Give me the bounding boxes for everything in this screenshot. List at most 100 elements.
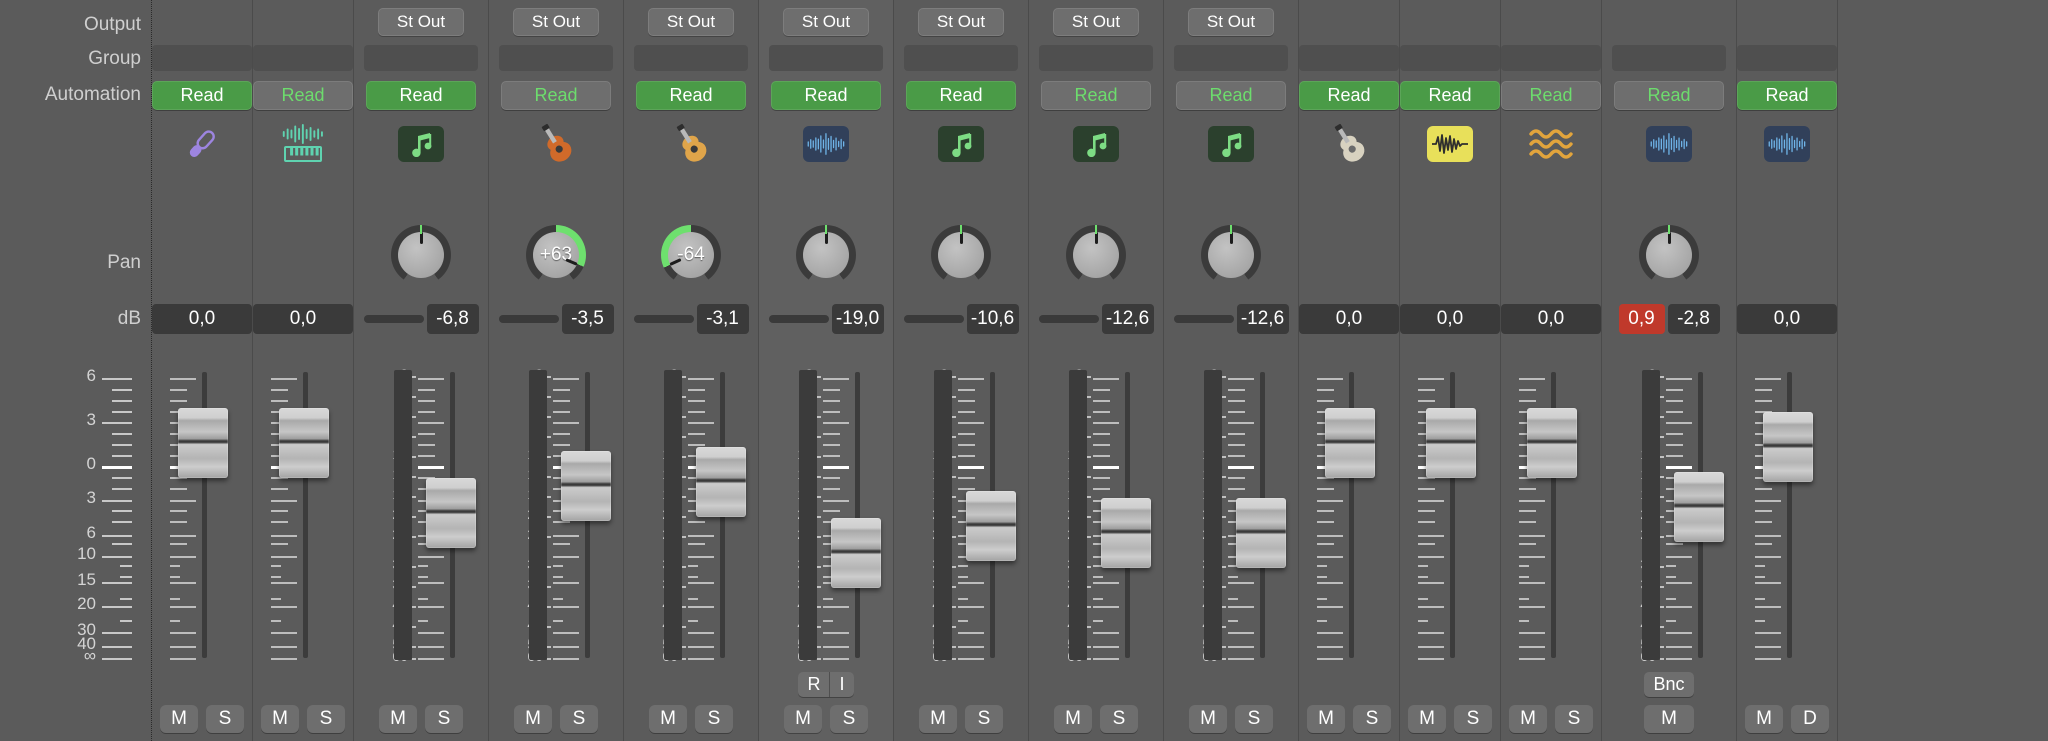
automation-mode-button[interactable]: Read [1614,81,1724,110]
volume-db-field[interactable]: 0,0 [1400,304,1500,334]
peak-level-field[interactable] [769,315,829,323]
volume-db-field[interactable]: 0,0 [1299,304,1399,334]
channel-strip-2[interactable]: Read0,0MS [253,0,354,741]
volume-fader[interactable] [418,370,482,660]
mute-button[interactable]: M [1745,705,1783,733]
fader-handle[interactable] [1527,408,1577,478]
electric-guitar-icon[interactable] [532,120,580,168]
mute-button[interactable]: M [1644,705,1694,733]
pan-knob[interactable] [391,225,451,285]
music-note-icon[interactable] [1073,126,1119,162]
output-button[interactable]: St Out [378,8,464,36]
solo-button[interactable]: S [1555,705,1593,733]
volume-fader[interactable] [170,370,234,660]
fader-handle[interactable] [831,518,881,588]
automation-mode-button[interactable]: Read [1176,81,1286,110]
automation-mode-button[interactable]: Read [1501,81,1601,110]
group-slot[interactable] [1174,45,1288,71]
channel-strip-10[interactable]: Read0,0MS [1299,0,1400,741]
group-slot[interactable] [1299,45,1399,71]
output-button[interactable]: St Out [648,8,734,36]
group-slot[interactable] [1501,45,1601,71]
volume-fader[interactable] [1519,370,1583,660]
automation-mode-button[interactable]: Read [906,81,1016,110]
solo-button[interactable]: S [830,705,868,733]
output-button[interactable]: St Out [783,8,869,36]
peak-level-field[interactable] [1039,315,1099,323]
pan-knob[interactable] [1066,225,1126,285]
solo-button[interactable]: S [1235,705,1273,733]
mute-button[interactable]: M [784,705,822,733]
peak-clip-indicator[interactable]: 0,9 [1619,304,1665,334]
pan-knob[interactable] [1201,225,1261,285]
solo-button[interactable]: S [1454,705,1492,733]
automation-mode-button[interactable]: Read [501,81,611,110]
channel-strip-14[interactable]: Read0,0MD [1737,0,1838,741]
volume-fader[interactable] [553,370,617,660]
mute-button[interactable]: M [1189,705,1227,733]
channel-strip-7[interactable]: St OutRead-10,60369121518212430354045506… [894,0,1029,741]
volume-fader[interactable] [1228,370,1292,660]
mute-button[interactable]: M [1307,705,1345,733]
peak-level-field[interactable] [499,315,559,323]
automation-mode-button[interactable]: Read [636,81,746,110]
automation-mode-button[interactable]: Read [1041,81,1151,110]
group-slot[interactable] [1737,45,1837,71]
group-slot[interactable] [769,45,883,71]
solo-button[interactable]: S [695,705,733,733]
audio-waveform-icon[interactable] [803,126,849,162]
group-slot[interactable] [1400,45,1500,71]
channel-strip-3[interactable]: St OutRead-6,803691215182124303540455060… [354,0,489,741]
fader-handle[interactable] [1325,408,1375,478]
volume-db-field[interactable]: 0,0 [1737,304,1837,334]
fader-handle[interactable] [1763,412,1813,482]
music-note-icon[interactable] [398,126,444,162]
output-button[interactable]: St Out [1053,8,1139,36]
automation-mode-button[interactable]: Read [771,81,881,110]
acoustic-guitar-icon[interactable] [1325,120,1373,168]
group-slot[interactable] [1039,45,1153,71]
fader-handle[interactable] [696,447,746,517]
volume-fader[interactable] [1755,370,1819,660]
volume-db-field[interactable]: -12,6 [1237,304,1289,334]
automation-mode-button[interactable]: Read [1400,81,1500,110]
midi-keyboard-icon[interactable] [279,120,327,168]
mute-button[interactable]: M [1054,705,1092,733]
channel-strip-5[interactable]: St OutRead-64-3,103691215182124303540455… [624,0,759,741]
volume-db-field[interactable]: -2,8 [1668,304,1720,334]
volume-db-field[interactable]: 0,0 [253,304,353,334]
pan-knob[interactable] [931,225,991,285]
mute-button[interactable]: M [160,705,198,733]
channel-strip-11[interactable]: Read0,0MS [1400,0,1501,741]
channel-strip-12[interactable]: Read0,0MS [1501,0,1602,741]
channel-strip-1[interactable]: Read0,0MS [152,0,253,741]
group-slot[interactable] [904,45,1018,71]
volume-db-field[interactable]: 0,0 [152,304,252,334]
input-monitor-button[interactable]: I [829,672,853,697]
volume-fader[interactable] [688,370,752,660]
pan-knob[interactable]: -64 [661,225,721,285]
volume-db-field[interactable]: -3,5 [562,304,614,334]
peak-level-field[interactable] [634,315,694,323]
sound-waves-icon[interactable] [1527,120,1575,168]
fader-track[interactable] [855,372,860,658]
fader-handle[interactable] [1101,498,1151,568]
volume-fader[interactable] [1093,370,1157,660]
fader-handle[interactable] [279,408,329,478]
channel-strip-4[interactable]: St OutRead+63-3,503691215182124303540455… [489,0,624,741]
record-input-button-group[interactable]: RI [798,672,853,697]
output-button[interactable]: St Out [1188,8,1274,36]
channel-strip-6[interactable]: St OutRead-19,00369121518212430354045506… [759,0,894,741]
output-button[interactable]: St Out [918,8,1004,36]
mute-button[interactable]: M [649,705,687,733]
volume-fader[interactable] [1317,370,1381,660]
volume-db-field[interactable]: -19,0 [832,304,884,334]
pan-knob-face[interactable]: -64 [668,232,714,278]
electric-guitar-icon[interactable] [667,120,715,168]
solo-button[interactable]: S [1353,705,1391,733]
volume-fader[interactable] [823,370,887,660]
volume-db-field[interactable]: 0,0 [1501,304,1601,334]
volume-db-field[interactable]: -12,6 [1102,304,1154,334]
volume-db-field[interactable]: -6,8 [427,304,479,334]
peak-level-field[interactable] [364,315,424,323]
